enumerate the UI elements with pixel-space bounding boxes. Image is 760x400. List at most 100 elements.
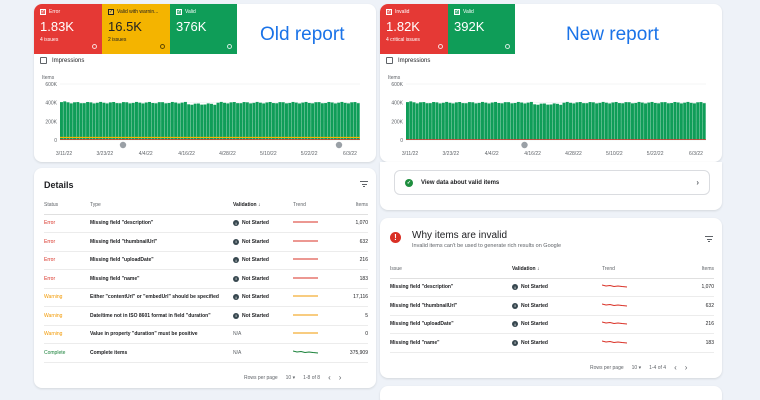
info-icon[interactable] (227, 44, 232, 49)
y-tick-label: 600K (391, 82, 403, 88)
chart-bar-valid (569, 102, 573, 140)
annotation-marker[interactable] (521, 141, 528, 149)
table-row[interactable]: Missing field "thumbnailUrl" i Not Started… (390, 296, 714, 316)
trend-sparkline (293, 258, 318, 260)
table-row[interactable]: Missing field "name" i Not Started 183 (390, 333, 714, 353)
chart-bar-valid (425, 103, 429, 140)
old-tile-error[interactable]: ✓ Error 1.83K 4 issues (34, 4, 102, 54)
info-icon[interactable] (160, 44, 165, 49)
trend-cell (601, 278, 662, 297)
chart-bar-valid (63, 101, 67, 140)
chart-bar-valid (419, 102, 423, 140)
table-row[interactable]: Warning Value in property "duration" must… (44, 325, 368, 344)
chart-bar-valid (490, 102, 494, 140)
check-icon[interactable]: ✓ (176, 9, 182, 15)
trend-sparkline (601, 340, 628, 344)
checkbox-icon[interactable] (40, 57, 47, 64)
next-page-icon[interactable]: › (339, 373, 342, 382)
view-valid-items-link[interactable]: ✓ View data about valid items › (394, 170, 710, 195)
col-issue[interactable]: Issue (390, 260, 512, 279)
col-trend[interactable]: Trend (602, 260, 662, 279)
dropdown-icon: ▾ (638, 364, 642, 371)
check-icon[interactable]: ✓ (40, 9, 46, 15)
filter-icon[interactable] (705, 236, 713, 242)
next-page-icon[interactable]: › (685, 363, 688, 372)
chart-bar-valid (151, 103, 155, 140)
chart-bar-valid (170, 101, 174, 140)
chart-bar-valid (621, 103, 625, 140)
annotation-marker[interactable] (335, 141, 343, 149)
x-tick-label: 5/10/22 (606, 151, 623, 157)
not-started-badge: i Not Started (512, 339, 548, 346)
check-icon[interactable]: ✓ (108, 9, 114, 15)
new-tile-invalid[interactable]: ✓ Invalid 1.82K 4 critical issues (380, 4, 448, 54)
info-icon[interactable] (92, 44, 97, 49)
x-tick-label: 4/16/22 (524, 151, 541, 157)
check-icon[interactable]: ✓ (386, 9, 392, 15)
items-cell: 1,070 (662, 278, 714, 297)
chart-bar-valid (640, 102, 644, 140)
x-tick-label: 3/23/22 (443, 151, 460, 157)
annotation-marker[interactable] (119, 141, 127, 149)
chart-bar-valid (278, 102, 282, 140)
y-tick-label: 200K (45, 119, 57, 125)
filter-icon[interactable] (360, 181, 368, 187)
col-validation[interactable]: Validation ↓ (512, 260, 602, 279)
not-started-badge: i Not Started (233, 257, 269, 263)
details-title: Details (44, 180, 74, 190)
table-row[interactable]: Missing field "uploadDate" i Not Started 21… (390, 315, 714, 334)
old-tile-warning[interactable]: ✓ Valid with warnin... 16.5K 2 issues (102, 4, 170, 54)
issue-cell: Missing field "name" (390, 333, 512, 353)
new-tile-valid[interactable]: ✓ Valid 392K (448, 4, 515, 54)
chart-bar-valid (73, 102, 77, 140)
chart-bar-valid (320, 103, 324, 140)
chart-bar-valid (216, 102, 220, 140)
prev-page-icon[interactable]: ‹ (674, 363, 677, 372)
rows-per-page-label: Rows per page (244, 374, 278, 381)
chart-bar-valid (167, 102, 171, 140)
table-row[interactable]: Warning Date/time not in ISO 8601 format … (44, 306, 368, 326)
info-icon[interactable] (438, 44, 443, 49)
col-items[interactable]: Items (333, 196, 368, 215)
rows-per-page-select[interactable]: 10 ▾ (286, 375, 295, 381)
table-row[interactable]: Warning Either "contentUrl" or "embedUrl"… (44, 288, 368, 307)
rows-per-page-select[interactable]: 10 ▾ (632, 365, 641, 371)
col-type[interactable]: Type (90, 196, 233, 215)
validation-label: Not Started (242, 294, 269, 300)
info-icon[interactable] (505, 44, 510, 49)
chart-bar-valid (481, 101, 484, 140)
table-row[interactable]: Error Missing field "description" i Not Sta… (44, 214, 368, 233)
chart-bar-valid (304, 101, 308, 140)
checkbox-icon[interactable] (386, 57, 393, 64)
col-status[interactable]: Status (44, 196, 90, 215)
table-row[interactable]: Complete Complete items N/A 375,909 (44, 343, 368, 363)
chart-bar-valid (471, 102, 475, 140)
y-axis-label: Items (42, 75, 55, 81)
prev-page-icon[interactable]: ‹ (328, 373, 331, 382)
chart-bar-valid (157, 102, 161, 140)
chart-bar-valid (529, 101, 533, 140)
chart-bar-valid (660, 102, 664, 140)
chart-bar-valid (265, 102, 269, 140)
chart-bar-valid (588, 102, 592, 140)
table-row[interactable]: Error Missing field "uploadDate" i Not Star… (44, 251, 368, 270)
chart-bar-valid (559, 104, 563, 140)
status-cell: Error (44, 269, 90, 289)
tile-value: 1.82K (386, 19, 420, 34)
y-tick-label: 0 (54, 138, 57, 144)
trend-cell (293, 251, 333, 270)
col-items[interactable]: Items (662, 260, 714, 279)
old-impressions-toggle[interactable]: Impressions (40, 57, 84, 64)
status-cell: Warning (44, 288, 90, 307)
page-range: 1-4 of 4 (649, 364, 667, 371)
chart-bar-valid (193, 103, 197, 140)
table-row[interactable]: Error Missing field "thumbnailUrl" i Not St… (44, 232, 368, 252)
col-trend[interactable]: Trend (293, 196, 333, 215)
col-validation[interactable]: Validation ↓ (233, 196, 293, 215)
check-icon[interactable]: ✓ (454, 9, 460, 15)
table-row[interactable]: Missing field "description" i Not Started 1… (390, 278, 714, 297)
old-tile-valid[interactable]: ✓ Valid 376K (170, 4, 237, 54)
info-dot-icon: i (512, 284, 518, 290)
table-row[interactable]: Error Missing field "name" i Not Started 183 (44, 269, 368, 289)
new-impressions-toggle[interactable]: Impressions (386, 57, 430, 64)
